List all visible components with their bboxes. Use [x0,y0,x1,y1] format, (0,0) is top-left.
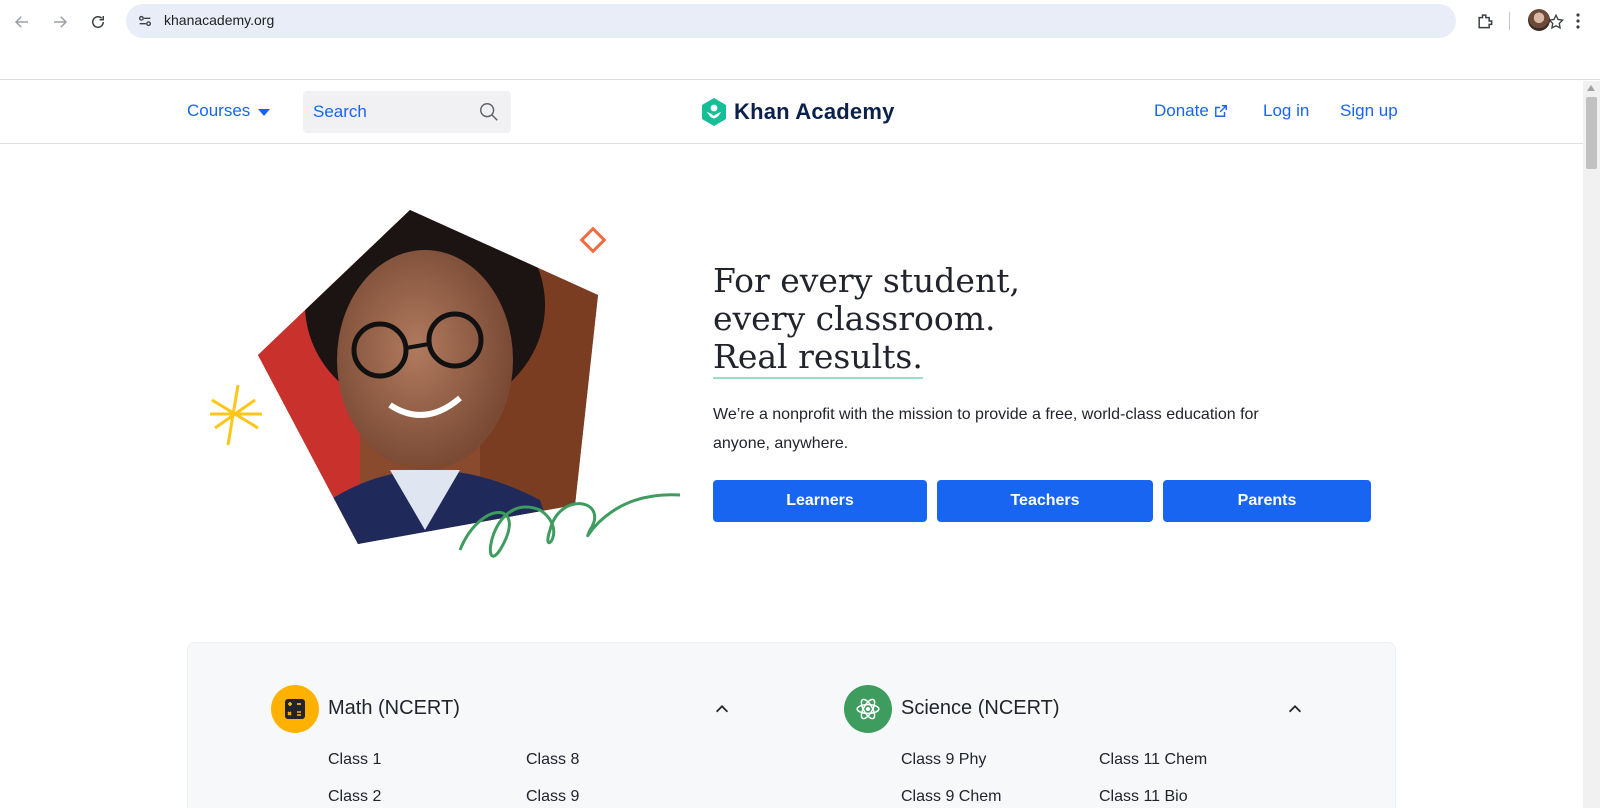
hero-title-line3: Real results. [713,337,923,379]
math-class-2-link[interactable]: Class 2 [328,788,381,806]
donate-link[interactable]: Donate [1154,101,1228,121]
math-class-8-link[interactable]: Class 8 [526,751,579,769]
math-icon [271,685,319,733]
site-info-icon[interactable] [136,12,154,30]
external-link-icon [1214,105,1227,117]
science-class-9-phy-link[interactable]: Class 9 Phy [901,751,986,769]
browser-toolbar: khanacademy.org [0,0,1600,80]
back-icon[interactable] [10,10,34,34]
hero-title: For every student, every classroom. Real… [713,261,1020,379]
page-scrollbar[interactable] [1583,81,1600,808]
caret-down-icon [258,108,271,116]
hero-illustration [210,210,681,558]
hero-subtitle: We’re a nonprofit with the mission to pr… [713,406,1259,452]
more-icon[interactable] [1570,10,1586,32]
courses-label: Courses [187,101,251,120]
reload-icon[interactable] [86,10,110,34]
donate-label: Donate [1154,101,1209,120]
learners-button[interactable]: Learners [713,480,927,522]
logo-icon [702,98,726,126]
science-title[interactable]: Science (NCERT) [901,697,1060,720]
science-icon [844,685,892,733]
address-bar[interactable]: khanacademy.org [126,4,1565,38]
scroll-up-icon[interactable] [1587,85,1595,91]
logo-text: Khan Academy [734,99,895,124]
login-link[interactable]: Log in [1263,101,1309,121]
science-class-11-chem-link[interactable]: Class 11 Chem [1099,751,1207,769]
math-class-1-link[interactable]: Class 1 [328,751,381,769]
forward-icon[interactable] [48,10,72,34]
courses-menu-button[interactable]: Courses [187,101,271,121]
search-input[interactable]: Search [303,91,511,133]
science-class-11-bio-link[interactable]: Class 11 Bio [1099,788,1188,806]
math-title[interactable]: Math (NCERT) [328,697,460,720]
site-header: Courses Search Khan Academy Donate Log i… [0,81,1583,144]
toolbar-divider [1509,12,1510,30]
khan-academy-logo[interactable]: Khan Academy [700,97,895,127]
hero-title-line1: For every student, [713,261,1020,300]
math-class-9-link[interactable]: Class 9 [526,788,579,806]
signup-link[interactable]: Sign up [1340,101,1398,121]
course-panel: Math (NCERT) Class 1 Class 8 Class 2 Cla… [187,642,1396,808]
teachers-button[interactable]: Teachers [937,480,1153,522]
student-photo [258,210,598,544]
science-chevron-up-icon[interactable] [1285,699,1305,719]
scroll-thumb[interactable] [1586,97,1597,169]
url-text[interactable]: khanacademy.org [164,12,274,28]
diamond-decoration [579,226,607,254]
math-chevron-up-icon[interactable] [712,699,732,719]
extensions-icon[interactable] [1474,10,1496,32]
sparkle-decoration [210,384,262,446]
parents-button[interactable]: Parents [1163,480,1371,522]
search-icon[interactable] [478,101,500,123]
search-placeholder: Search [313,102,367,121]
science-class-9-chem-link[interactable]: Class 9 Chem [901,788,1001,806]
hero-title-line2: every classroom. [713,299,996,338]
profile-avatar[interactable] [1528,9,1550,31]
